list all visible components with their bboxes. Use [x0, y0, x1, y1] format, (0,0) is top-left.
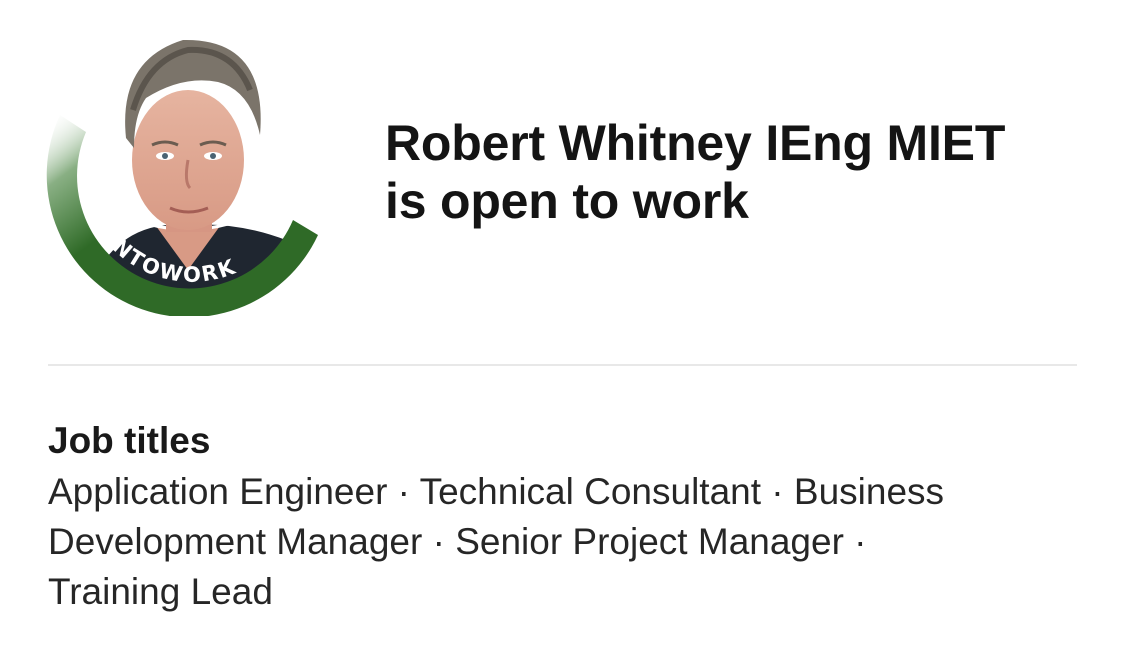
open-status-text: is open to work: [385, 173, 749, 229]
profile-name: Robert Whitney IEng MIET: [385, 115, 1006, 171]
profile-headline: Robert Whitney IEng MIET is open to work: [385, 114, 1085, 230]
job-titles-section: Job titles Application Engineer · Techni…: [48, 417, 1088, 617]
divider: [48, 364, 1077, 366]
avatar-photo: #OPENTOWORK: [46, 30, 324, 316]
job-titles-list: Application Engineer · Technical Consult…: [48, 471, 945, 612]
open-to-work-card: #OPENTOWORK Robert Whitney IEng MIET is …: [0, 0, 1125, 669]
profile-avatar[interactable]: #OPENTOWORK: [38, 20, 334, 316]
section-title: Job titles: [48, 420, 211, 461]
